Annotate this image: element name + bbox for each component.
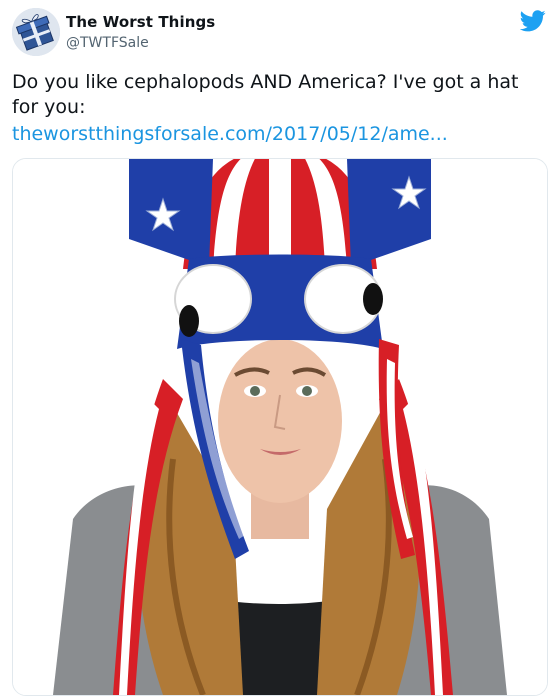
tweet-media-image[interactable] <box>12 158 548 696</box>
face <box>218 339 342 503</box>
twitter-bird-icon[interactable] <box>519 10 546 32</box>
tweet-card: The Worst Things @TWTFSale Do you like c… <box>0 0 559 700</box>
display-name[interactable]: The Worst Things <box>66 13 215 31</box>
user-handle[interactable]: @TWTFSale <box>66 35 149 51</box>
tweet-text: Do you like cephalopods AND America? I'v… <box>12 71 519 118</box>
profile-avatar[interactable] <box>12 8 60 56</box>
tweet-link[interactable]: theworstthingsforsale.com/2017/05/12/ame… <box>12 122 448 147</box>
gift-box-avatar-icon <box>12 8 60 56</box>
